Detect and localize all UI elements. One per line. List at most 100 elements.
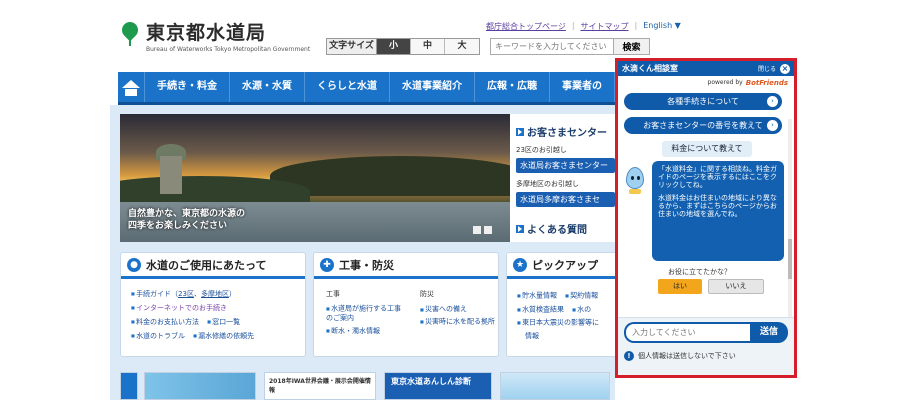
guide-tama-link[interactable]: 多摩地区 bbox=[201, 290, 229, 298]
info-icon: ! bbox=[624, 351, 634, 361]
user-message: 料金について教えて bbox=[662, 141, 752, 157]
nav-pr[interactable]: 広報・広聴 bbox=[475, 72, 550, 102]
banner-3[interactable]: 東京水道あんしん診断 bbox=[384, 372, 492, 400]
area2-button[interactable]: 水道局多摩お客さまセ bbox=[516, 192, 615, 207]
nav-procedures[interactable]: 手続き・料金 bbox=[145, 72, 230, 102]
slideshow-controls[interactable] bbox=[473, 226, 492, 234]
search-input[interactable] bbox=[490, 38, 614, 55]
water-trouble-link[interactable]: 水道のトラブル bbox=[131, 329, 185, 343]
close-icon[interactable]: × bbox=[780, 63, 790, 74]
english-link[interactable]: English ▼ bbox=[643, 21, 681, 32]
nav-business[interactable]: 水道事業紹介 bbox=[390, 72, 475, 102]
play-icon[interactable] bbox=[473, 226, 481, 234]
water-distribution-link[interactable]: 災害時に水を配る拠所 bbox=[420, 317, 496, 327]
chat-input-area: 入力してください 送信 ! 個人情報は送信しないで下さい bbox=[618, 317, 794, 375]
chevron-right-icon: › bbox=[767, 96, 778, 107]
construction-card: ✚ 工事・防災 工事 水道局が施行する工事のご案内 断水・濁水情報 防災 災害へ… bbox=[313, 252, 499, 357]
org-name-en: Bureau of Waterworks Tokyo Metropolitan … bbox=[146, 46, 311, 53]
procedure-guide-link: 手続ガイド（23区、多摩地区） bbox=[131, 287, 305, 301]
site-logo[interactable]: 東京都水道局 Bureau of Waterworks Tokyo Metrop… bbox=[118, 18, 311, 53]
top-links: 都庁総合トップページ | サイトマップ | English ▼ bbox=[486, 21, 681, 32]
powered-by: powered by BotFriends bbox=[618, 76, 794, 89]
earthquake-info-link[interactable]: 情報 bbox=[517, 330, 616, 343]
guide-23ku-link[interactable]: 23区 bbox=[178, 290, 194, 298]
nav-contractors[interactable]: 事業者の bbox=[550, 72, 615, 102]
arrow-icon bbox=[516, 127, 524, 136]
home-icon[interactable] bbox=[118, 72, 145, 102]
faq-heading[interactable]: よくある質問 bbox=[516, 221, 615, 236]
org-name: 東京都水道局 bbox=[146, 22, 267, 44]
privacy-notice: ! 個人情報は送信しないで下さい bbox=[624, 351, 736, 361]
banner-2[interactable]: 2018年IWA世界会議・展示会開催情報 bbox=[264, 372, 376, 400]
plus-icon: ✚ bbox=[320, 257, 334, 272]
font-size-large-button[interactable]: 大 bbox=[445, 39, 479, 54]
banner-4[interactable] bbox=[500, 372, 610, 400]
pickup-card: ★ ピックアップ 貯水量情報 契約情報 水質検査結果 水の 東日本大震災の影響等… bbox=[506, 252, 616, 357]
area1-label: 23区のお引越し bbox=[516, 146, 567, 154]
font-size-label: 文字サイズ bbox=[327, 39, 377, 54]
outage-info-link[interactable]: 断水・濁水情報 bbox=[326, 326, 406, 336]
counter-list-link[interactable]: 窓口一覧 bbox=[207, 315, 240, 329]
chat-scrollbar[interactable] bbox=[788, 119, 792, 319]
payment-method-link[interactable]: 料金のお支払い方法 bbox=[131, 315, 199, 329]
hero-slideshow[interactable]: 自然豊かな、東京都の水源の 四季をお楽しみください bbox=[120, 114, 510, 242]
construction-label: 工事 bbox=[326, 290, 340, 298]
contract-info-link[interactable]: 契約情報 bbox=[565, 289, 598, 303]
usage-card: ● 水道のご使用にあたって 手続ガイド（23区、多摩地区） インターネットでのお… bbox=[120, 252, 306, 357]
bureau-construction-link[interactable]: 水道局が施行する工事のご案内 bbox=[326, 304, 406, 323]
bot-message-p2: 水道料金はお住まいの地域により異なるから、まずはこちらのページからお住まいの地域… bbox=[658, 194, 777, 218]
customer-center-heading[interactable]: お客さまセンター bbox=[516, 124, 615, 139]
water-link[interactable]: 水の bbox=[572, 303, 591, 317]
area1-button[interactable]: 水道局お客さまセンター bbox=[516, 158, 615, 173]
chat-widget: 水滴くん相談室 閉じる × powered by BotFriends 各種手続… bbox=[615, 58, 797, 378]
brand-logo: BotFriends bbox=[745, 78, 788, 87]
nav-living[interactable]: くらしと水道 bbox=[305, 72, 390, 102]
divider: | bbox=[634, 21, 638, 30]
water-drop-icon: ● bbox=[127, 257, 141, 272]
online-procedure-link[interactable]: インターネットでのお手続き bbox=[131, 301, 305, 315]
usage-card-heading: ● 水道のご使用にあたって bbox=[121, 253, 305, 279]
helpful-question: お役に立てたかな？ bbox=[668, 268, 731, 276]
quick-reply-procedures[interactable]: 各種手続きについて › bbox=[624, 93, 782, 110]
font-size-medium-button[interactable]: 中 bbox=[411, 39, 445, 54]
construction-card-heading: ✚ 工事・防災 bbox=[314, 253, 498, 279]
send-button[interactable]: 送信 bbox=[750, 322, 788, 343]
chat-input[interactable]: 入力してください bbox=[624, 322, 750, 343]
search-bar: 検索 bbox=[490, 38, 650, 55]
banner-1[interactable] bbox=[144, 372, 256, 400]
pickup-card-heading: ★ ピックアップ bbox=[507, 253, 616, 279]
search-button[interactable]: 検索 bbox=[614, 38, 650, 55]
sitemap-link[interactable]: サイトマップ bbox=[581, 21, 629, 32]
font-size-switcher: 文字サイズ 小 中 大 bbox=[326, 38, 480, 55]
no-button[interactable]: いいえ bbox=[708, 279, 764, 294]
chat-title: 水滴くん相談室 bbox=[622, 64, 678, 73]
chat-titlebar: 水滴くん相談室 閉じる × bbox=[618, 61, 794, 76]
disaster-prep-link[interactable]: 災害への備え bbox=[420, 304, 496, 314]
disaster-label: 防災 bbox=[420, 290, 434, 298]
divider: | bbox=[571, 21, 575, 30]
bot-message: 「水道料金」に関する相談ね。料金ガイドのページを表示するにはここをクリックしてね… bbox=[652, 161, 784, 261]
hero-caption: 自然豊かな、東京都の水源の 四季をお楽しみください bbox=[128, 209, 246, 231]
earthquake-impact-link[interactable]: 東日本大震災の影響等に bbox=[517, 316, 616, 330]
water-drop-logo-icon bbox=[118, 18, 142, 46]
bot-message-p1: 「水道料金」に関する相談ね。料金ガイドのページを表示するにはここをクリックしてね… bbox=[658, 165, 777, 189]
main-nav: 手続き・料金 水源・水質 くらしと水道 水道事業紹介 広報・広聴 事業者の bbox=[118, 72, 615, 105]
star-icon: ★ bbox=[513, 257, 527, 272]
customer-side-panel: お客さまセンター 23区のお引越し 水道局お客さまセンター 多摩地区のお引越し … bbox=[510, 114, 615, 242]
yes-button[interactable]: はい bbox=[658, 279, 702, 294]
area2-label: 多摩地区のお引越し bbox=[516, 180, 579, 188]
font-size-small-button[interactable]: 小 bbox=[377, 39, 411, 54]
leak-repair-link[interactable]: 漏水修繕の依頼先 bbox=[193, 329, 254, 343]
chat-minimize-button[interactable]: 閉じる bbox=[758, 64, 776, 73]
arrow-icon bbox=[516, 224, 524, 233]
chevron-right-icon: › bbox=[767, 120, 778, 131]
quick-reply-center-number[interactable]: お客さまセンターの番号を教えて › bbox=[624, 117, 782, 134]
tokyo-top-link[interactable]: 都庁総合トップページ bbox=[486, 21, 566, 32]
pause-icon[interactable] bbox=[484, 226, 492, 234]
water-quality-link[interactable]: 水質検査結果 bbox=[517, 303, 564, 317]
chat-log: 各種手続きについて › お客さまセンターの番号を教えて › 料金について教えて … bbox=[618, 89, 794, 319]
nav-water-source[interactable]: 水源・水質 bbox=[230, 72, 305, 102]
banner-edge bbox=[120, 372, 138, 400]
reservoir-info-link[interactable]: 貯水量情報 bbox=[517, 289, 557, 303]
mascot-avatar-icon bbox=[624, 167, 646, 195]
